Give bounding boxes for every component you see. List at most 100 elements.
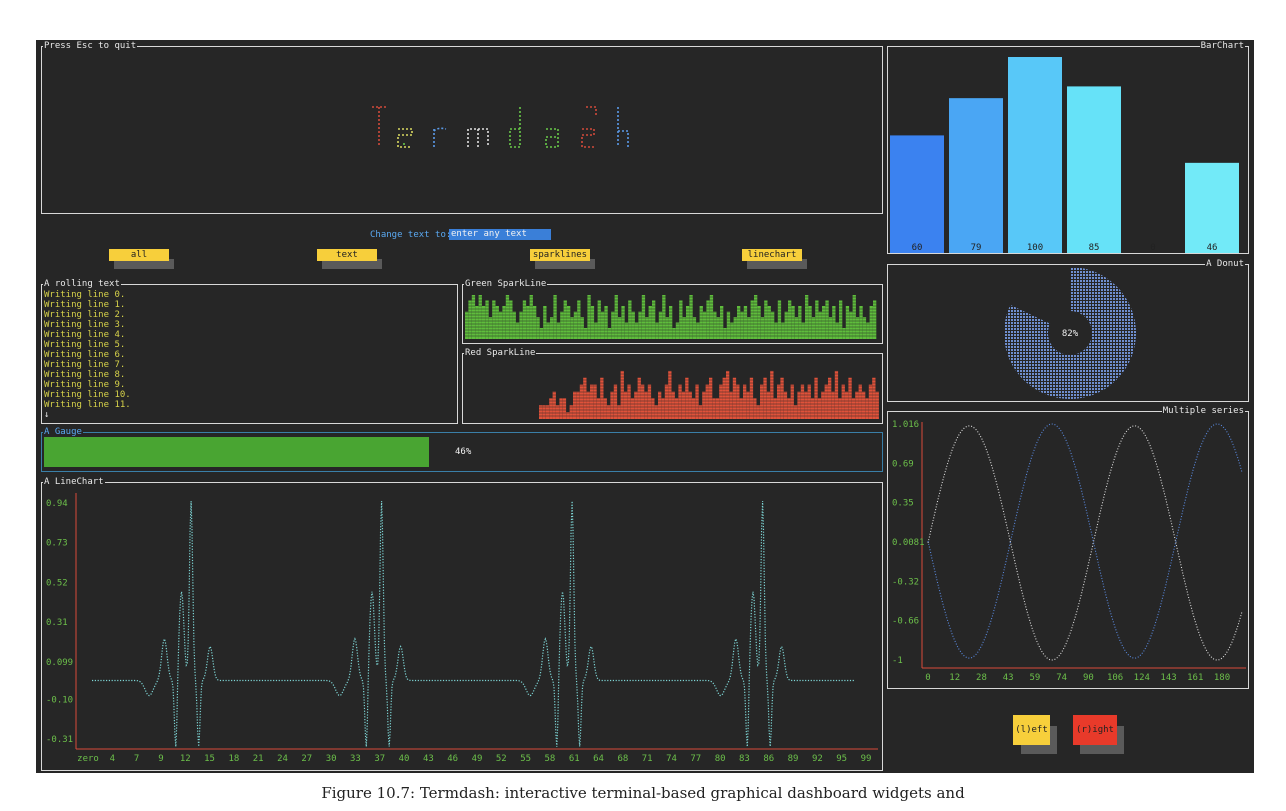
- red-spark-bar: [824, 384, 828, 419]
- green-spark-bar: [682, 317, 686, 339]
- green-spark-bar: [794, 317, 799, 339]
- green-spark-bar: [475, 306, 479, 339]
- rolling-line: Writing line 1.: [44, 300, 126, 310]
- linechart-x-tick: 89: [788, 754, 799, 764]
- red-spark-bar: [868, 384, 873, 419]
- header-panel: Press Esc to quit: [41, 40, 883, 214]
- green-spark-bar: [849, 311, 853, 339]
- termdash-logo: [372, 106, 629, 148]
- green-spark-bar: [709, 295, 714, 339]
- green-spark-bar: [798, 306, 802, 339]
- green-spark-bar: [696, 322, 700, 339]
- red-spark-bar: [688, 391, 692, 419]
- red-spark-bar: [845, 391, 849, 419]
- rolling-text-panel[interactable]: A rolling text Writing line 0. Writing li…: [41, 278, 458, 424]
- linechart-x-tick: 95: [836, 754, 847, 764]
- green-spark-bar: [686, 306, 690, 339]
- green-spark-bar: [740, 311, 744, 339]
- bar-label: 0: [1150, 243, 1155, 253]
- rolling-line: Writing line 6.: [44, 350, 126, 360]
- red-spark-bar: [800, 384, 805, 419]
- rolling-text-title: A rolling text: [43, 278, 121, 290]
- red-sparkline-panel: Red SparkLine: [462, 347, 883, 424]
- green-spark-bar: [590, 306, 595, 339]
- red-spark-bar: [719, 384, 723, 419]
- rolling-line: Writing line 7.: [44, 360, 126, 370]
- right-button[interactable]: (r)ight: [1073, 715, 1117, 745]
- green-spark-bar: [733, 317, 737, 339]
- green-spark-bar: [543, 306, 547, 339]
- all-button[interactable]: all: [109, 249, 169, 261]
- rolling-line: Writing line 2.: [44, 310, 126, 320]
- green-spark-bar: [482, 306, 486, 339]
- linechart-panel: A LineChart 0.94 0.73 0.52 0.31 0.099 -0.10 -0…: [41, 476, 883, 771]
- barchart-plot: 60 79 100 85 0 46: [890, 57, 1239, 253]
- rolling-text-lines: Writing line 0. Writing line 1. Writing li…: [44, 290, 131, 420]
- red-spark-bar: [556, 405, 560, 419]
- multi-y-tick: 0.35: [892, 499, 914, 509]
- linechart-x-tick: 33: [350, 754, 361, 764]
- red-spark-bar: [821, 391, 825, 419]
- rolling-line: Writing line 5.: [44, 340, 126, 350]
- multi-y-tick: 0.0081: [892, 538, 925, 548]
- green-spark-bar: [784, 311, 788, 339]
- red-spark-bar: [654, 405, 658, 419]
- red-spark-bar: [542, 405, 546, 419]
- red-spark-bar: [804, 391, 808, 419]
- green-spark-bar: [754, 295, 758, 339]
- green-spark-bar: [720, 306, 724, 339]
- linechart-x-tick: 12: [180, 754, 191, 764]
- red-spark-bar: [777, 384, 781, 419]
- red-spark-bar: [698, 405, 703, 419]
- green-spark-bar: [767, 306, 771, 339]
- text-button[interactable]: text: [317, 249, 377, 261]
- multi-x-tick: 43: [1003, 673, 1014, 683]
- red-spark-bar: [579, 384, 584, 419]
- text-input[interactable]: enter any text: [449, 229, 551, 240]
- green-spark-bar: [505, 295, 510, 339]
- red-spark-bar: [695, 384, 699, 419]
- series-white: [927, 425, 1243, 661]
- green-spark-bar: [818, 311, 822, 339]
- scroll-down-icon[interactable]: ↓: [44, 410, 131, 420]
- green-spark-bar: [713, 311, 717, 339]
- series-blue: [927, 423, 1243, 659]
- green-spark-bar: [631, 311, 635, 339]
- multi-y-tick: -0.66: [892, 617, 919, 627]
- multi-x-tick: 12: [949, 673, 960, 683]
- red-spark-bar: [766, 391, 771, 419]
- linechart-x-tick: 83: [739, 754, 750, 764]
- linechart-x-tick: 49: [472, 754, 483, 764]
- red-spark-bar: [875, 391, 879, 419]
- green-spark-bar: [539, 328, 544, 339]
- green-spark-bar: [635, 322, 639, 339]
- bar-label: 85: [1089, 243, 1100, 253]
- linechart-y-tick: -0.10: [46, 695, 73, 705]
- red-spark-bar: [807, 384, 811, 419]
- red-spark-bar: [831, 391, 835, 419]
- red-spark-bar: [756, 405, 760, 419]
- green-spark-bar: [624, 322, 629, 339]
- linechart-button[interactable]: linechart: [742, 249, 802, 261]
- green-spark-bar: [862, 317, 867, 339]
- green-spark-bar: [570, 317, 574, 339]
- sparklines-button[interactable]: sparklines: [530, 249, 590, 261]
- multi-series-plot: 1.016 0.69 0.35 0.0081 -0.32 -0.66 -1 0 12 28 43 59…: [892, 420, 1246, 683]
- green-spark-bar: [662, 295, 666, 339]
- green-spark-bar: [669, 306, 673, 339]
- linechart-y-tick: 0.73: [46, 539, 68, 549]
- red-spark-bar: [705, 384, 709, 419]
- linechart-x-tick: 30: [326, 754, 337, 764]
- multi-y-tick: -0.32: [892, 577, 919, 587]
- red-spark-bar: [862, 391, 866, 419]
- left-button[interactable]: (l)eft: [1013, 715, 1050, 745]
- green-spark-bar: [536, 317, 540, 339]
- terminal-window: Press Esc to quit Change text to: enter …: [36, 40, 1254, 773]
- red-spark-bar: [658, 391, 662, 419]
- linechart-x-tick: 55: [520, 754, 531, 764]
- green-spark-bar: [526, 306, 530, 339]
- linechart-plot: 0.94 0.73 0.52 0.31 0.099 -0.10 -0.31 zero 4 7 9 12…: [46, 493, 878, 764]
- green-spark-bar: [584, 328, 588, 339]
- green-spark-bar: [614, 295, 618, 339]
- green-spark-bar: [665, 317, 669, 339]
